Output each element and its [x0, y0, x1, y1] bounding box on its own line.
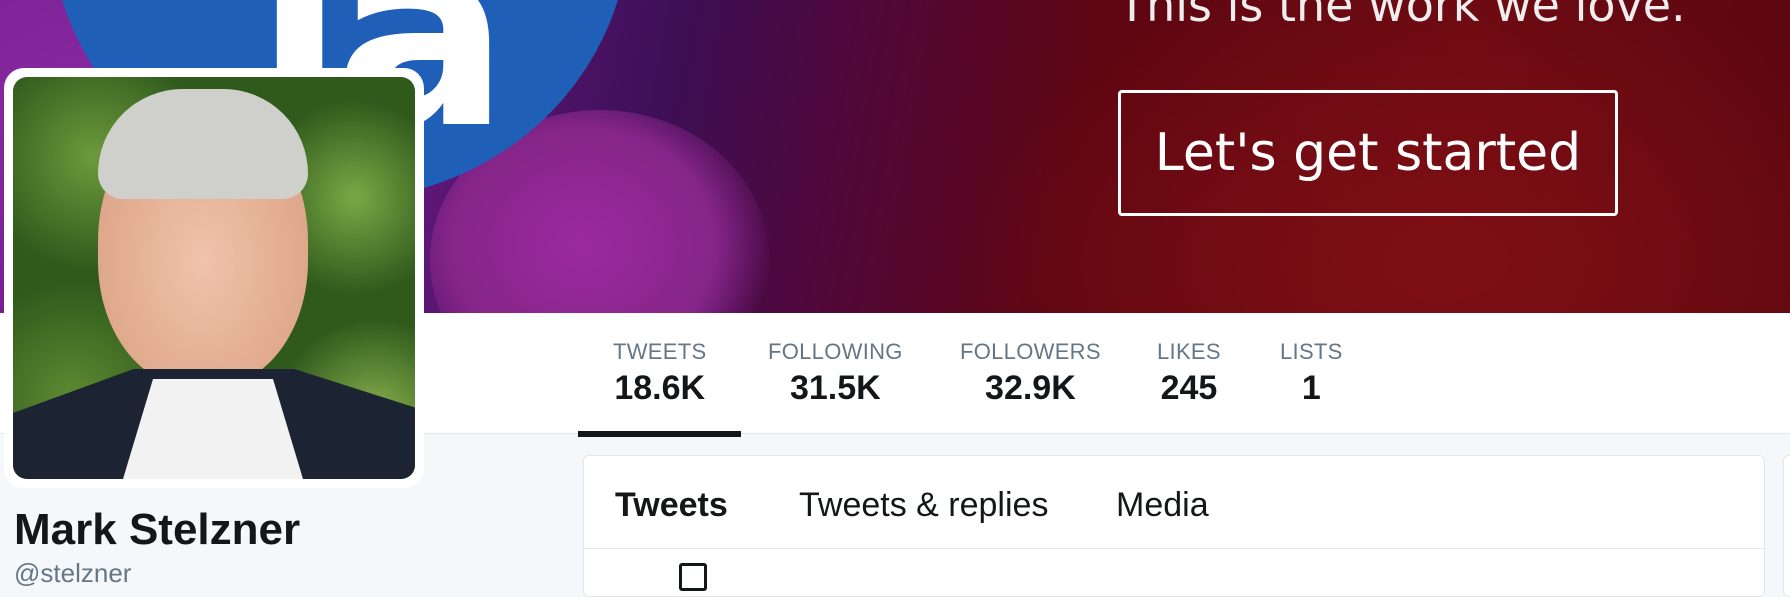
- stat-tweets[interactable]: TWEETS 18.6K: [577, 339, 743, 437]
- stat-likes-label: LIKES: [1157, 339, 1221, 364]
- stat-followers-label: FOLLOWERS: [960, 339, 1101, 364]
- stat-likes[interactable]: LIKES 245: [1157, 339, 1221, 408]
- stat-following-label: FOLLOWING: [768, 339, 903, 364]
- stat-followers[interactable]: FOLLOWERS 32.9K: [960, 339, 1101, 408]
- stat-following[interactable]: FOLLOWING 31.5K: [768, 339, 903, 408]
- stat-tweets-value: 18.6K: [614, 369, 706, 407]
- tweets-panel: Tweets Tweets & replies Media: [583, 455, 1765, 597]
- tab-tweets-and-replies[interactable]: Tweets & replies: [799, 486, 1048, 525]
- stat-followers-value: 32.9K: [985, 369, 1076, 407]
- tab-tweets[interactable]: Tweets: [615, 486, 728, 525]
- profile-avatar[interactable]: [4, 68, 424, 488]
- avatar-photo: [13, 77, 415, 479]
- lets-get-started-button[interactable]: Let's get started: [1118, 90, 1618, 216]
- banner-tagline: This is the work we love.: [1118, 0, 1686, 32]
- stat-lists[interactable]: LISTS 1: [1280, 339, 1343, 408]
- timeline-tabs: Tweets Tweets & replies Media: [584, 456, 1764, 549]
- avatar-hair: [98, 89, 308, 199]
- sidebar-edge: [1783, 455, 1790, 597]
- stat-likes-value: 245: [1160, 369, 1218, 407]
- pinned-tweet-icon: [679, 563, 707, 591]
- stat-lists-value: 1: [1301, 369, 1321, 407]
- stat-tweets-label: TWEETS: [613, 339, 707, 364]
- tab-media[interactable]: Media: [1116, 486, 1209, 525]
- stat-lists-label: LISTS: [1280, 339, 1343, 364]
- profile-handle[interactable]: @stelzner: [14, 558, 131, 589]
- profile-name[interactable]: Mark Stelzner: [14, 505, 300, 555]
- stat-following-value: 31.5K: [789, 369, 881, 407]
